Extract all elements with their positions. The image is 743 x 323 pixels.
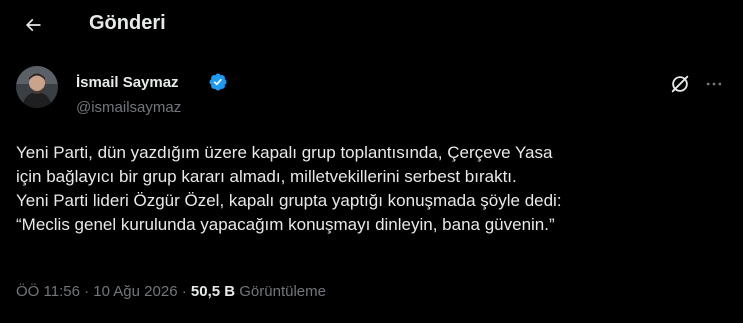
- author-display-name[interactable]: İsmail Saymaz: [76, 73, 179, 92]
- meta-separator: ·: [84, 283, 90, 300]
- verified-badge-icon: [209, 73, 227, 91]
- tweet-text-line: “Meclis genel kurulunda yapacağım konuşm…: [16, 215, 555, 234]
- views-count: 50,5 B: [190, 283, 236, 300]
- arrow-left-icon: [25, 18, 41, 32]
- meta-separator: ·: [181, 283, 187, 300]
- tweet-date[interactable]: 10 Ağu 2026: [93, 283, 177, 300]
- tweet-text-line: Yeni Parti, dün yazdığım üzere kapalı gr…: [16, 143, 553, 162]
- avatar[interactable]: [16, 66, 58, 108]
- tweet-meta: ÖÖ 11:56 · 10 Ağu 2026 · 50,5 B Görüntül…: [16, 282, 326, 302]
- more-dots-icon: [706, 82, 722, 86]
- tweet-time[interactable]: ÖÖ 11:56: [16, 283, 80, 300]
- grok-icon: [671, 75, 689, 93]
- more-options-button[interactable]: [702, 72, 726, 96]
- tweet-text: Yeni Parti, dün yazdığım üzere kapalı gr…: [16, 141, 731, 237]
- tweet-text-line: Yeni Parti lideri Özgür Özel, kapalı gru…: [16, 191, 562, 210]
- back-button[interactable]: [16, 8, 50, 42]
- grok-button[interactable]: [668, 72, 692, 96]
- tweet-text-line: için bağlayıcı bir grup kararı almadı, m…: [16, 167, 517, 186]
- page-title: Gönderi: [89, 12, 166, 34]
- top-bar: Gönderi: [0, 0, 743, 50]
- author-handle[interactable]: @ismailsaymaz: [76, 98, 181, 117]
- views-label: Görüntüleme: [239, 283, 326, 300]
